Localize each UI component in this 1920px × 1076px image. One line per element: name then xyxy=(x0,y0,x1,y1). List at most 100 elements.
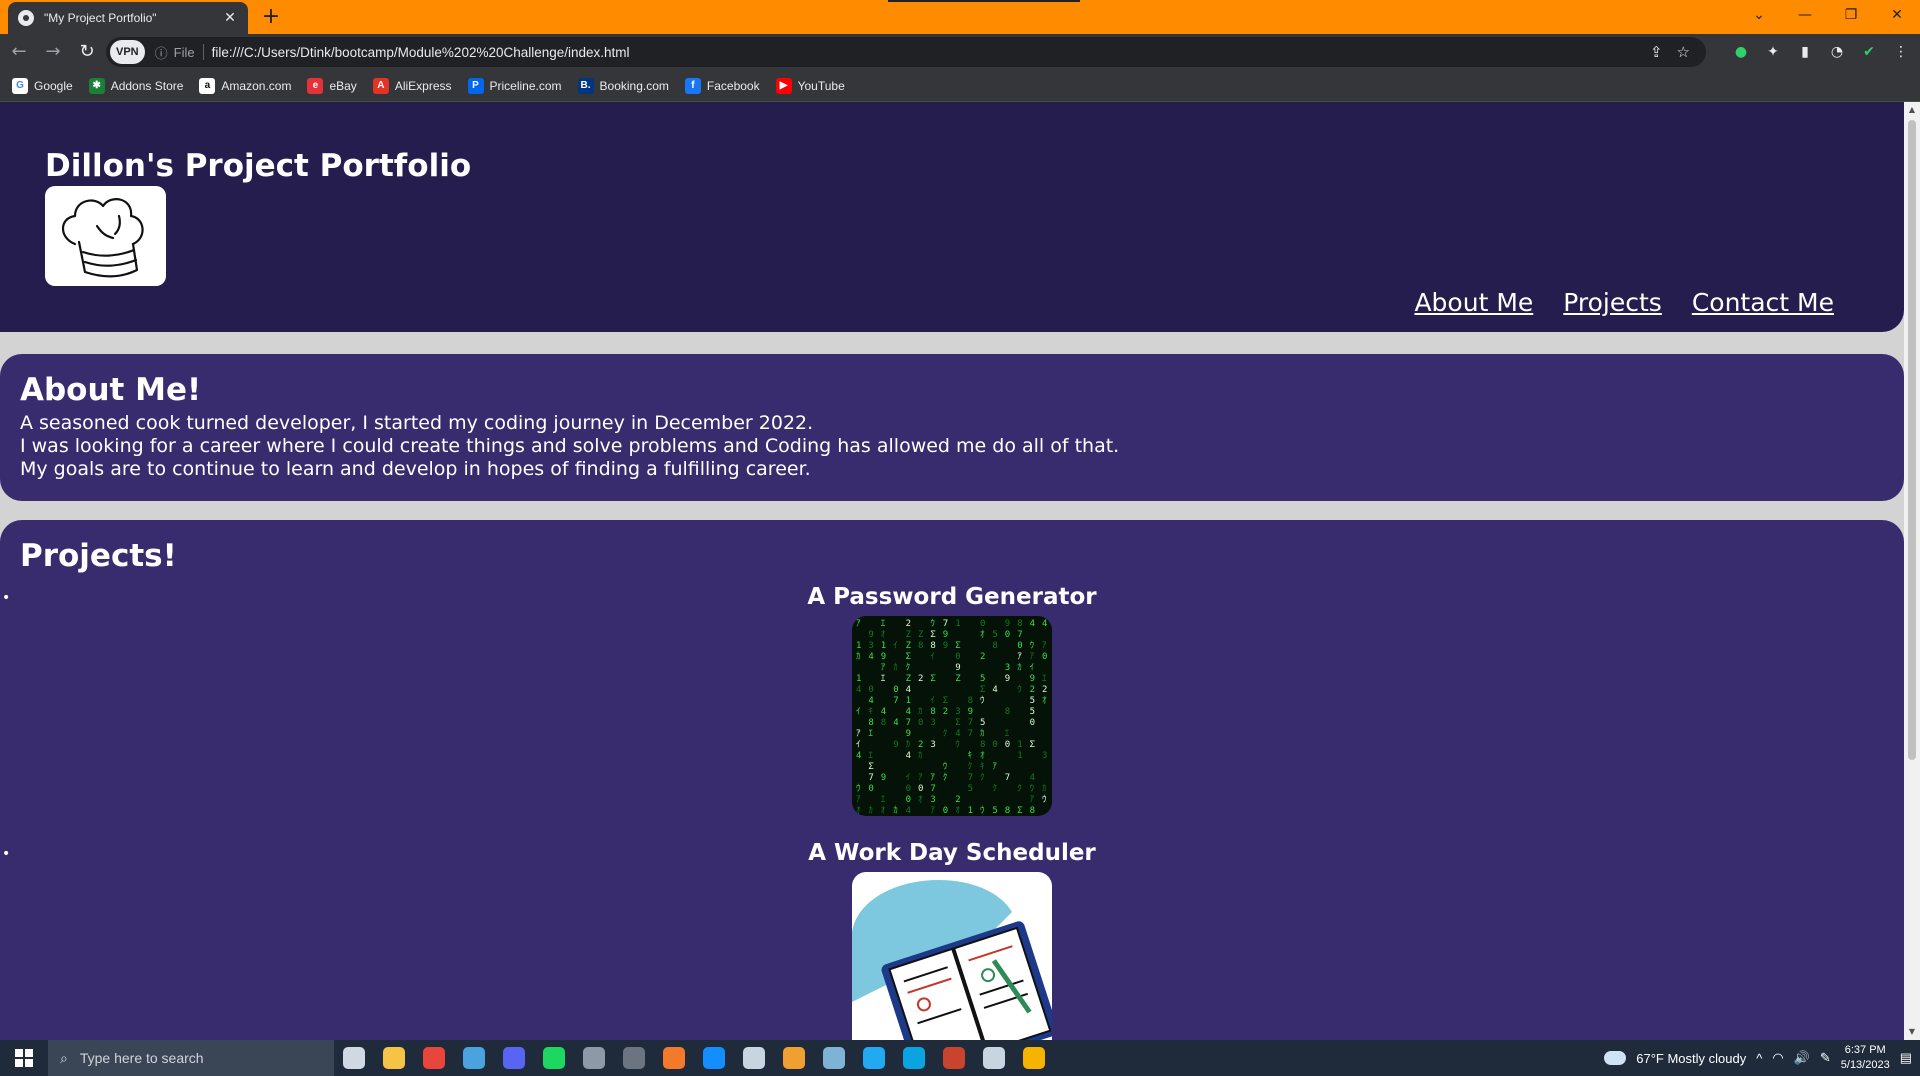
taskbar-app-file-explorer[interactable] xyxy=(374,1040,414,1076)
taskbar-app-control-panel[interactable] xyxy=(454,1040,494,1076)
bookmark-item[interactable]: ▶ YouTube xyxy=(775,77,845,94)
scroll-up-arrow[interactable]: ▲ xyxy=(1904,102,1920,118)
bookmark-favicon-icon: G xyxy=(12,77,28,94)
matrix-glyph: 1 xyxy=(856,641,861,651)
taskbar-app-chrome-canary[interactable] xyxy=(1014,1040,1054,1076)
pen-icon[interactable]: ✎ xyxy=(1820,1050,1831,1066)
matrix-glyph: 0 xyxy=(943,806,948,816)
taskbar-app-steam[interactable] xyxy=(734,1040,774,1076)
chrome-menu-icon[interactable]: ⋮ xyxy=(1888,39,1914,65)
about-heading: About Me! xyxy=(20,372,202,408)
bookmark-favicon-icon: f xyxy=(684,77,701,94)
taskbar-app-blender[interactable] xyxy=(654,1040,694,1076)
bookmark-item[interactable]: A AliExpress xyxy=(372,77,452,94)
bookmark-star-icon[interactable]: ☆ xyxy=(1677,43,1690,61)
matrix-glyph: ｵ xyxy=(918,794,923,805)
taskbar-app-steam-2[interactable] xyxy=(974,1040,1014,1076)
matrix-glyph: 8 xyxy=(992,641,997,651)
matrix-glyph: Σ xyxy=(930,630,935,640)
matrix-glyph: 0 xyxy=(906,795,911,805)
tab-search-button[interactable]: ⌄ xyxy=(1736,0,1782,30)
scroll-down-arrow[interactable]: ▼ xyxy=(1904,1024,1920,1040)
planner-book-image[interactable] xyxy=(852,872,1052,1040)
control-panel-icon xyxy=(463,1047,485,1069)
browser-toolbar: ← → ↻ VPN ⓘ File file:///C:/Users/Dtink/… xyxy=(0,34,1920,70)
taskbar-search-box[interactable]: ⌕ Type here to search xyxy=(48,1040,334,1076)
vpn-badge[interactable]: VPN xyxy=(110,40,145,64)
matrix-glyph: ｴ xyxy=(1042,674,1047,684)
back-button[interactable]: ← xyxy=(4,37,34,67)
shield-check-icon[interactable]: ✔ xyxy=(1856,39,1882,65)
matrix-glyph: 7 xyxy=(968,718,973,728)
extension-lock-icon[interactable]: ● xyxy=(1728,39,1754,65)
matrix-glyph: ｸ xyxy=(968,761,973,772)
nav-contact-link[interactable]: Contact Me xyxy=(1692,288,1834,317)
matrix-glyph: 8 xyxy=(918,641,923,651)
matrix-glyph: 4 xyxy=(1042,619,1047,629)
taskbar-app-notepad[interactable] xyxy=(814,1040,854,1076)
side-panel-icon[interactable]: ▮ xyxy=(1792,39,1818,65)
bookmark-item[interactable]: ✱ Addons Store xyxy=(88,77,183,94)
taskbar-app-task-view[interactable] xyxy=(334,1040,374,1076)
minimize-button[interactable]: — xyxy=(1782,0,1828,30)
forward-button[interactable]: → xyxy=(38,37,68,67)
taskbar-app-calculator[interactable] xyxy=(574,1040,614,1076)
extensions-puzzle-icon[interactable]: ✦ xyxy=(1760,39,1786,65)
matrix-glyph: 8 xyxy=(980,740,985,750)
taskbar-app-chrome[interactable] xyxy=(414,1040,454,1076)
browser-tab[interactable]: "My Project Portfolio" ✕ xyxy=(8,2,248,34)
matrix-glyph: 7 xyxy=(1017,630,1022,640)
matrix-glyph: ｱ xyxy=(1017,652,1022,662)
page-scrollbar[interactable]: ▲ ▼ xyxy=(1904,102,1920,1040)
bookmark-item[interactable]: f Facebook xyxy=(684,77,760,94)
close-window-button[interactable]: ✕ xyxy=(1874,0,1920,30)
bookmark-favicon-icon: ▶ xyxy=(775,77,792,94)
weather-text[interactable]: 67°F Mostly cloudy xyxy=(1636,1051,1746,1066)
matrix-glyph: ｸ xyxy=(943,772,948,783)
volume-icon[interactable]: 🔊 xyxy=(1794,1050,1810,1066)
taskbar-app-discord[interactable] xyxy=(494,1040,534,1076)
new-tab-button[interactable]: + xyxy=(258,4,284,30)
bookmark-item[interactable]: P Priceline.com xyxy=(467,77,562,94)
nav-about-link[interactable]: About Me xyxy=(1414,288,1533,317)
nav-projects-link[interactable]: Projects xyxy=(1563,288,1662,317)
info-icon[interactable]: ⓘ xyxy=(155,43,168,62)
matrix-glyph: 5 xyxy=(1030,707,1035,717)
restore-button[interactable]: ❐ xyxy=(1828,0,1874,30)
matrix-glyph: Σ xyxy=(955,718,960,728)
matrix-glyph: 0 xyxy=(918,784,923,794)
matrix-code-image[interactable]: ｱ1ｶ14ｲｱｲ4ｳｱｵ93404ｷ8ｴｴΣ70ｶｴｵ19ｱｴ489ｴｵｲｶ07… xyxy=(852,616,1052,816)
start-button[interactable] xyxy=(0,1040,48,1076)
notepad-icon xyxy=(823,1047,845,1069)
notifications-icon[interactable]: ▤ xyxy=(1900,1050,1912,1066)
scrollbar-thumb[interactable] xyxy=(1908,120,1916,760)
bookmark-item[interactable]: B. Booking.com xyxy=(577,77,669,94)
bookmark-favicon-icon: A xyxy=(372,77,389,94)
matrix-glyph: ｲ xyxy=(1030,663,1035,673)
matrix-glyph: ｸ xyxy=(1017,783,1022,794)
share-icon[interactable]: ⇪ xyxy=(1650,43,1663,61)
taskbar-app-app-generic[interactable] xyxy=(614,1040,654,1076)
taskbar-app-spotify[interactable] xyxy=(534,1040,574,1076)
chrome-icon xyxy=(423,1047,445,1069)
taskbar-app-battle-net[interactable] xyxy=(694,1040,734,1076)
taskbar-clock[interactable]: 6:37 PM 5/13/2023 xyxy=(1841,1043,1890,1073)
reload-button[interactable]: ↻ xyxy=(72,37,102,67)
weather-cloud-icon[interactable] xyxy=(1604,1051,1627,1065)
bookmark-item[interactable]: e eBay xyxy=(307,77,357,94)
tab-close-button[interactable]: ✕ xyxy=(222,10,238,26)
matrix-glyph: ｵ xyxy=(980,629,985,640)
bookmark-item[interactable]: a Amazon.com xyxy=(199,77,291,94)
taskbar-app-c-app[interactable] xyxy=(894,1040,934,1076)
taskbar-app-vscode[interactable] xyxy=(854,1040,894,1076)
matrix-glyph: 0 xyxy=(1005,740,1010,750)
taskbar-app-sourcetree[interactable] xyxy=(774,1040,814,1076)
url-text[interactable]: file:///C:/Users/Dtink/bootcamp/Module%2… xyxy=(212,45,630,60)
matrix-glyph: Σ xyxy=(1030,740,1035,750)
address-bar[interactable]: VPN ⓘ File file:///C:/Users/Dtink/bootca… xyxy=(106,37,1706,67)
tray-chevron-icon[interactable]: ^ xyxy=(1756,1051,1762,1066)
taskbar-app-red-app[interactable] xyxy=(934,1040,974,1076)
wifi-icon[interactable]: ◠ xyxy=(1772,1050,1783,1066)
profile-icon[interactable]: ◔ xyxy=(1824,39,1850,65)
bookmark-item[interactable]: G Google xyxy=(12,77,73,94)
